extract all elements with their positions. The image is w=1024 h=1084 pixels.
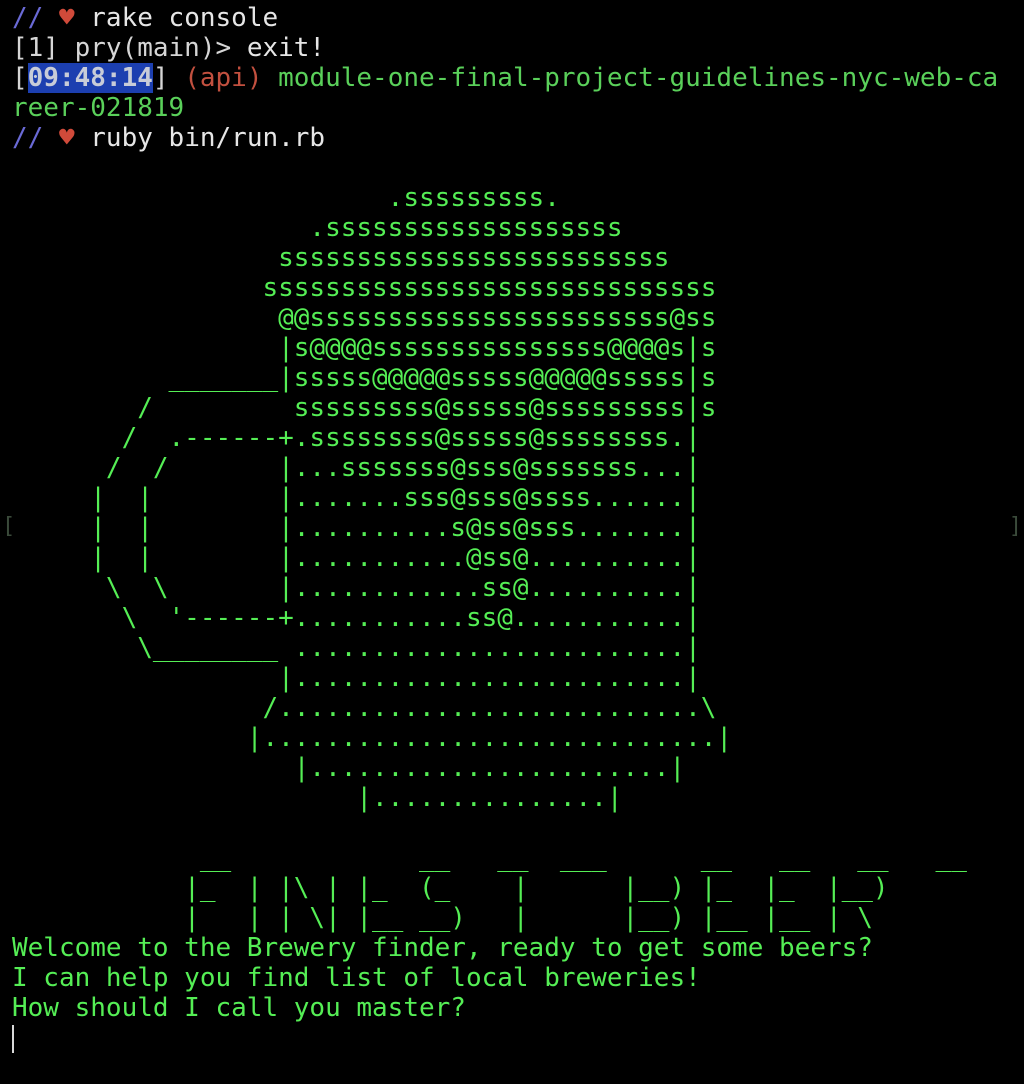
prompt-comment: // [12,3,44,33]
env-label: (api) [184,63,263,93]
history-line-ruby-run: // ♥ ruby bin/run.rb [12,123,1020,153]
help-message: I can help you find list of local brewer… [12,963,701,993]
name-question: How should I call you master? [12,993,466,1023]
timestamp: 09:48:14 [27,63,153,93]
history-line-rake-console: // ♥ rake console [12,3,1020,33]
command-text: rake console [90,3,279,33]
history-line-timestamp: [09:48:14] (api) module-one-final-projec… [12,63,1020,93]
bracket-close: ] [152,63,169,93]
command-text: exit! [246,33,326,63]
text-cursor [12,1024,14,1053]
directory-name: module-one-final-project-guidelines-nyc-… [278,63,999,93]
directory-name-continued: reer-021819 [12,93,185,123]
prompt-comment: // [12,123,44,153]
finest-beer-ascii-title: __ __ __ ___ __ __ __ __ |_ | |\ | |_ (_… [184,843,967,933]
command-text: ruby bin/run.rb [90,123,326,153]
beer-mug-ascii-art: .sssssssss. .sssssssssssssssssss sssssss… [90,183,733,813]
heart-icon: ♥ [58,123,75,153]
bracket-open: [ [12,63,28,93]
welcome-message: Welcome to the Brewery finder, ready to … [12,933,873,963]
history-line-pry-exit: [1] pry(main)> exit! [12,33,1020,63]
pry-prompt: [1] pry(main)> [12,33,232,63]
heart-icon: ♥ [58,3,75,33]
input-line[interactable] [12,1023,1020,1053]
terminal-output[interactable]: // ♥ rake console [1] pry(main)> exit! [… [12,3,1020,1053]
